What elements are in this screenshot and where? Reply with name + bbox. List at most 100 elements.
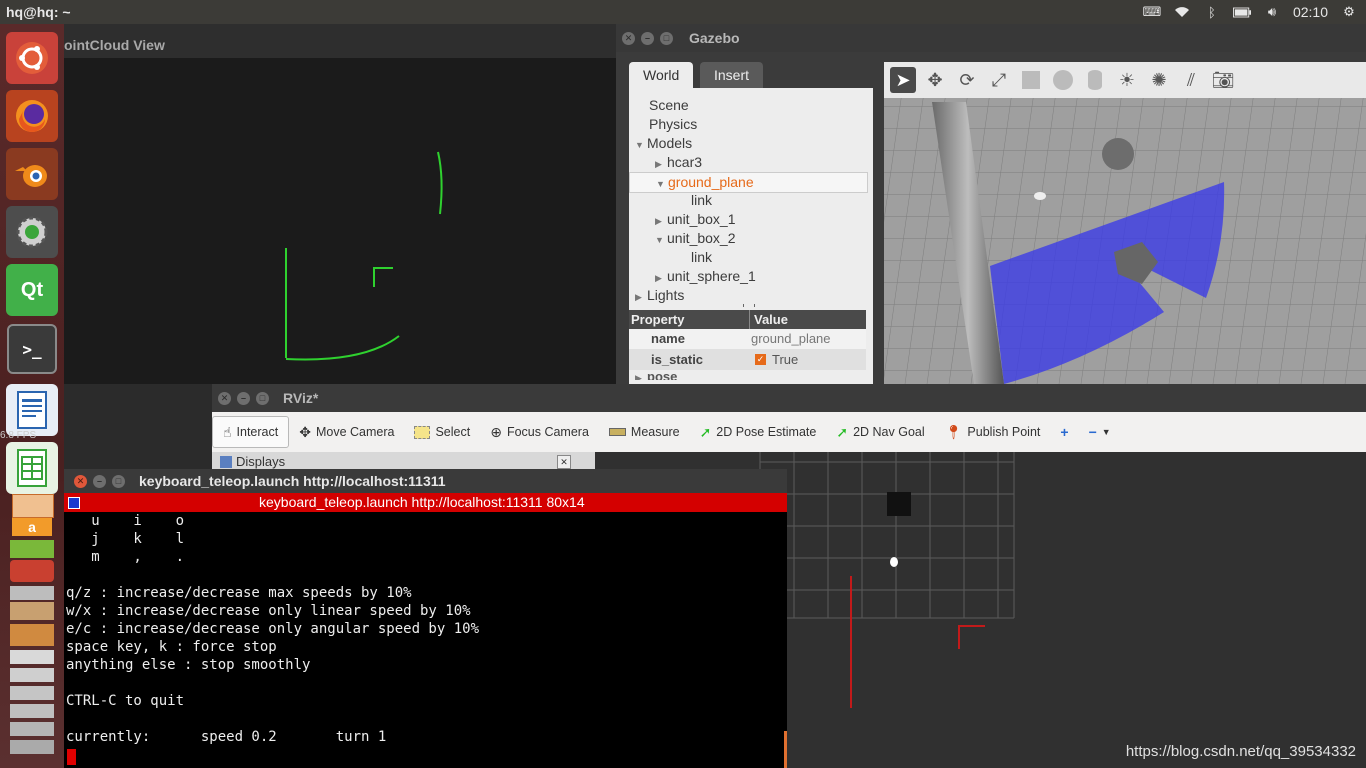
volume-icon[interactable]: 🔊︎ [1263,4,1281,19]
terminal-icon[interactable]: >_ [7,324,57,374]
add-tool-button[interactable]: + [1050,417,1078,447]
box-icon[interactable] [1018,67,1044,93]
gazebo-titlebar[interactable]: ✕ – □ Gazebo [616,24,1366,52]
tree-item-unit-sphere-1[interactable]: ▶ unit_sphere_1 [655,267,756,286]
robot-marker [890,557,898,567]
stacked-app-icon[interactable] [10,704,54,718]
property-row-name[interactable]: name ground_plane [629,329,866,349]
close-icon[interactable]: ✕ [218,391,231,405]
property-row-pose[interactable]: ▶ pose [629,370,866,380]
pose-estimate-tool-button[interactable]: ➚ 2D Pose Estimate [690,417,827,447]
rotate-icon[interactable]: ⟳ [954,67,980,93]
cylinder-icon[interactable] [1082,67,1108,93]
minimize-icon[interactable]: – [93,474,106,488]
battery-icon[interactable] [1232,5,1251,19]
stacked-app-icon[interactable] [10,602,54,620]
maximize-icon[interactable]: □ [256,391,269,405]
firefox-icon[interactable] [6,90,58,142]
minimize-icon[interactable]: – [237,391,250,405]
stacked-app-icon[interactable] [10,624,54,646]
publish-point-tool-button[interactable]: 📍︎ Publish Point [935,417,1051,447]
gazebo-3d-viewport[interactable]: ➤ ✥ ⟳ ⤢ ☀ ✺ ⫽ 📷︎ [884,62,1366,384]
stacked-app-icon[interactable] [10,668,54,682]
gear-icon[interactable]: ⚙ [1340,4,1358,19]
interact-tool-button[interactable]: ☝ Interact [212,416,290,448]
gazebo-scene[interactable] [884,62,1366,384]
terminal-window[interactable]: ✕ – □ keyboard_teleop.launch http://loca… [64,469,787,768]
amazon-icon[interactable]: a [12,518,52,536]
close-icon[interactable]: ✕ [74,474,87,488]
tree-item-ground-plane[interactable]: ▼ ground_plane [629,172,868,193]
tree-item-lights[interactable]: ▶ Lights [635,286,684,305]
screenshot-icon[interactable]: 📷︎ [1210,67,1236,93]
directional-light-icon[interactable]: ⫽ [1178,67,1204,93]
stacked-app-icon[interactable] [10,650,54,664]
qt-label: Qt [20,278,44,301]
stacked-app-icon[interactable] [10,722,54,736]
checkbox-checked-icon[interactable]: ✓ [755,354,766,365]
spot-light-icon[interactable]: ✺ [1146,67,1172,93]
libreoffice-calc-icon[interactable] [6,442,58,494]
point-light-icon[interactable]: ☀ [1114,67,1140,93]
tree-item-scene[interactable]: Scene [649,96,689,115]
tree-item-physics[interactable]: Physics [649,115,697,134]
select-tool-button[interactable]: Select [404,417,480,447]
tree-item-link[interactable]: link [691,191,712,210]
measure-tool-button[interactable]: Measure [599,417,690,447]
blender-icon[interactable] [6,148,58,200]
pointcloud-title[interactable]: ointCloud View [64,24,616,58]
tab-world[interactable]: World [629,62,694,88]
libreoffice-impress-icon[interactable] [12,494,54,518]
nav-goal-tool-button[interactable]: ➚ 2D Nav Goal [826,417,934,447]
tree-item-link[interactable]: link [691,248,712,267]
expand-arrow-icon: ▼ [656,179,665,189]
ubuntu-dash-icon[interactable] [6,32,58,84]
tree-item-unit-box-2[interactable]: ▼ unit_box_2 [655,229,736,248]
stacked-app-icon[interactable] [10,540,54,558]
rviz-grid-view[interactable] [752,452,1022,768]
keyboard-icon[interactable]: ⌨ [1143,4,1162,19]
bluetooth-icon[interactable]: ᛒ [1203,5,1221,20]
tree-item-unit-box-1[interactable]: ▶ unit_box_1 [655,210,736,229]
green-arrow-icon: ➚ [836,423,849,440]
translate-icon[interactable]: ✥ [922,67,948,93]
sphere-icon[interactable] [1050,67,1076,93]
laser-point-corner [958,625,985,649]
stacked-app-icon[interactable] [10,560,54,582]
rviz-titlebar[interactable]: ✕ – □ RViz* [212,384,1366,412]
property-row-static[interactable]: is_static ✓ True [629,349,866,370]
libreoffice-writer-icon[interactable] [6,384,58,436]
maximize-icon[interactable]: □ [660,31,673,45]
clock[interactable]: 02:10 [1293,4,1328,20]
stacked-launcher-icons[interactable]: a [6,494,58,764]
world-tree: Scene Physics ▼ Models ▶ hcar3 ▼ ground_pla… [629,88,873,384]
terminal-output: u i o j k l m , . q/z : increase/decreas… [66,513,480,745]
tree-item-models[interactable]: ▼ Models [635,134,692,153]
stacked-app-icon[interactable] [10,740,54,754]
focus-camera-tool-button[interactable]: ⊕ Focus Camera [480,417,599,447]
select-box-icon [414,425,431,439]
close-icon[interactable]: ✕ [557,455,571,469]
tab-insert[interactable]: Insert [700,62,764,88]
stacked-app-icon[interactable] [10,686,54,700]
wifi-icon[interactable] [1173,5,1191,19]
occupied-cell [887,492,911,516]
scale-icon[interactable]: ⤢ [986,67,1012,93]
move-camera-tool-button[interactable]: ✥ Move Camera [289,417,404,447]
minimize-icon[interactable]: – [641,31,654,45]
displays-icon [220,456,232,468]
scan-arc [285,335,400,361]
qt-creator-icon[interactable]: Qt [6,264,58,316]
pointcloud-canvas[interactable] [64,58,616,384]
splitter-handle[interactable] [743,304,755,307]
terminal-title: keyboard_teleop.launch http://localhost:… [139,473,446,489]
close-icon[interactable]: ✕ [622,31,635,45]
select-arrow-icon[interactable]: ➤ [890,67,916,93]
system-settings-icon[interactable] [6,206,58,258]
stacked-app-icon[interactable] [10,586,54,600]
tree-item-hcar3[interactable]: ▶ hcar3 [655,153,702,172]
terminal-titlebar[interactable]: ✕ – □ keyboard_teleop.launch http://loca… [64,469,787,493]
terminal-scrollbar[interactable] [784,731,787,768]
maximize-icon[interactable]: □ [112,474,125,488]
remove-tool-button[interactable]: − ▼ [1079,417,1121,447]
